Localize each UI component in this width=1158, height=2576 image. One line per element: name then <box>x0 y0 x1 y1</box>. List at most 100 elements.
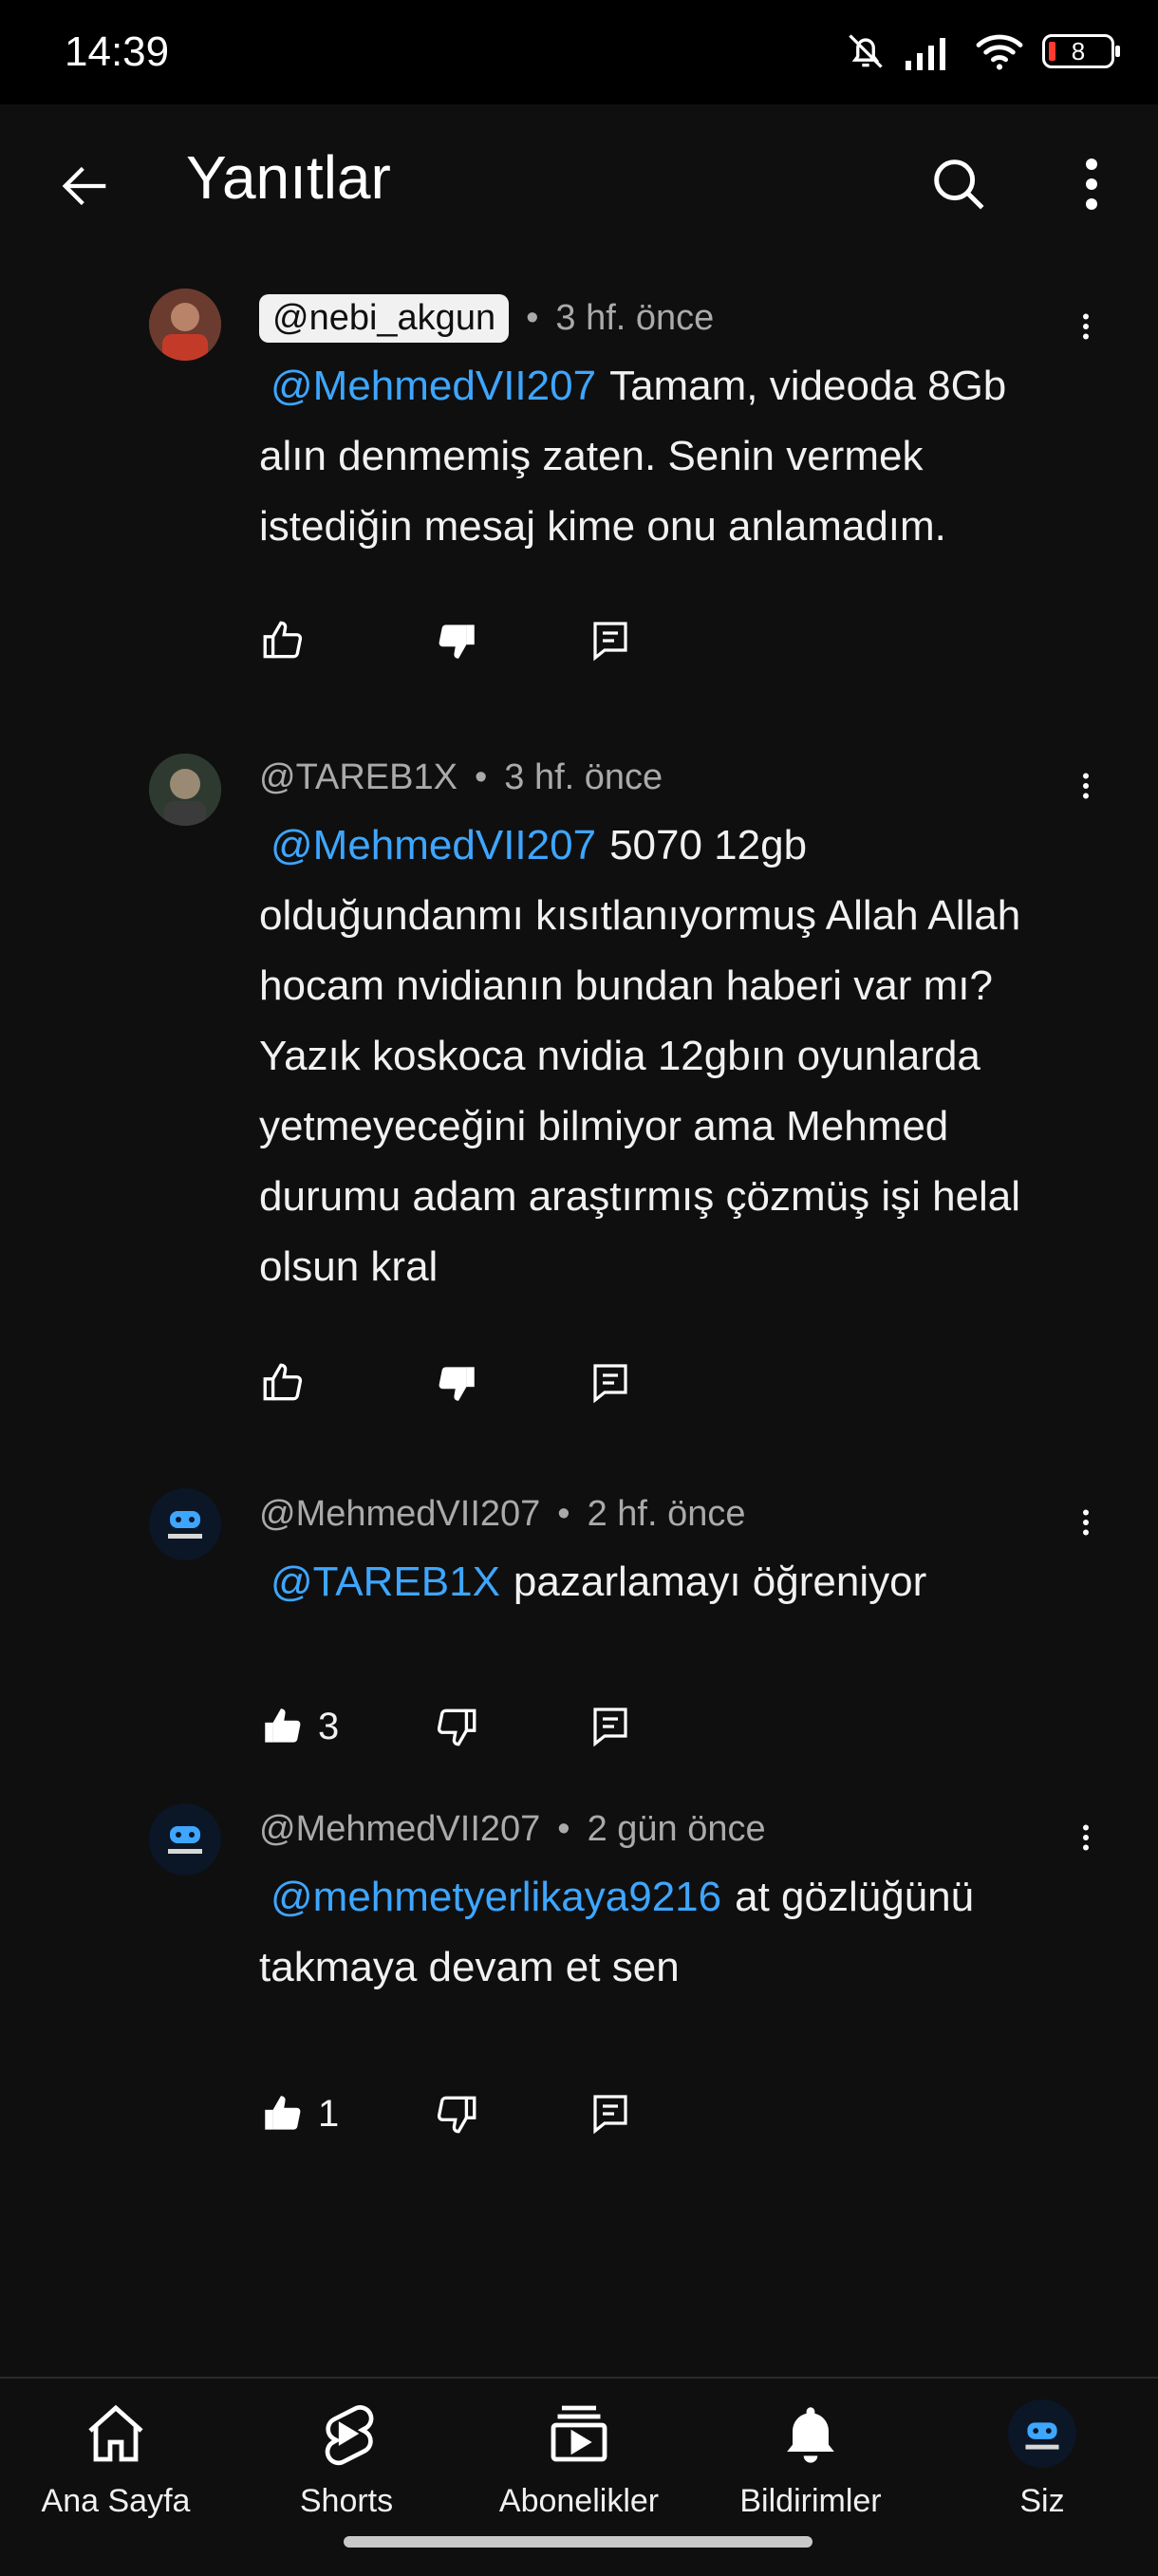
more-vertical-icon <box>1086 159 1097 210</box>
more-vertical-icon <box>1083 1509 1089 1536</box>
more-vertical-icon <box>1083 1824 1089 1851</box>
comment-icon <box>593 1708 627 1747</box>
wifi-icon <box>976 34 1023 70</box>
bell-muted-icon <box>849 34 883 68</box>
nav-label: Bildirimler <box>739 2483 882 2519</box>
comment-text: @mehmetyerlikaya9216 at gözlüğünü takmaya… <box>259 1862 1037 2003</box>
signal-icon <box>906 38 945 70</box>
comment-icon <box>593 622 627 662</box>
comment-author[interactable]: @MehmedVII207 <box>259 1494 540 1535</box>
comment-actions <box>259 607 753 674</box>
reply-comment: @MehmedVII207 • 2 hf. önce @TAREB1X pazar… <box>0 1481 1158 1747</box>
reply-button[interactable] <box>588 1693 633 1760</box>
nav-label: Ana Sayfa <box>41 2483 191 2519</box>
avatar[interactable] <box>149 1488 221 1560</box>
comment-text: @MehmedVII207 Tamam, videoda 8Gb alın den… <box>259 351 1066 562</box>
reply-comment: @TAREB1X • 3 hf. önce @MehmedVII207 5070 … <box>0 744 1158 1409</box>
app-header: Yanıtlar <box>0 104 1158 256</box>
comment-header: @nebi_akgun • 3 hf. önce <box>259 289 714 347</box>
reply-button[interactable] <box>588 607 633 674</box>
back-button[interactable] <box>47 148 123 224</box>
thumbs-up-icon <box>263 1363 303 1401</box>
comment-author[interactable]: @nebi_akgun <box>259 293 510 343</box>
like-button[interactable]: 3 <box>259 1693 339 1760</box>
thumbs-down-icon <box>439 625 475 659</box>
arrow-left-icon <box>62 166 106 206</box>
search-button[interactable] <box>921 146 997 222</box>
thumbs-up-filled-icon <box>265 1708 301 1743</box>
mention-link[interactable]: @MehmedVII207 <box>271 363 596 409</box>
comment-actions: 1 <box>259 2081 753 2147</box>
comment-icon <box>593 1364 627 1404</box>
dislike-button[interactable] <box>433 2081 480 2147</box>
like-button[interactable]: 1 <box>259 2081 339 2147</box>
comment-header: @TAREB1X • 3 hf. önce <box>259 756 663 798</box>
comment-menu-button[interactable] <box>1067 298 1105 355</box>
comment-time: 2 hf. önce <box>587 1493 746 1534</box>
nav-label: Siz <box>1019 2483 1065 2519</box>
nav-subscriptions[interactable]: Abonelikler <box>475 2396 683 2538</box>
nav-label: Shorts <box>299 2483 394 2519</box>
dislike-button[interactable] <box>433 607 480 674</box>
dislike-button[interactable] <box>433 1350 480 1416</box>
comment-text: @MehmedVII207 5070 12gb olduğundanmı kısı… <box>259 811 1056 1302</box>
comment-time: 2 gün önce <box>587 1808 766 1849</box>
more-vertical-icon <box>1083 773 1089 799</box>
like-count: 3 <box>318 1705 340 1747</box>
thumbs-up-filled-icon <box>265 2096 301 2130</box>
search-icon <box>934 159 984 210</box>
like-button[interactable] <box>259 1350 318 1416</box>
reply-comment: @nebi_akgun • 3 hf. önce @MehmedVII207 Ta… <box>0 285 1158 693</box>
reply-button[interactable] <box>588 2081 633 2147</box>
nav-label: Abonelikler <box>498 2483 660 2519</box>
subscriptions-icon <box>551 2405 607 2462</box>
comment-menu-button[interactable] <box>1067 1809 1105 1866</box>
more-options-button[interactable] <box>1063 146 1120 222</box>
avatar[interactable] <box>149 754 221 826</box>
mention-link[interactable]: @TAREB1X <box>271 1559 500 1605</box>
comment-time: 3 hf. önce <box>504 756 663 797</box>
status-time: 14:39 <box>65 28 170 75</box>
reply-comment: @MehmedVII207 • 2 gün önce @mehmetyerlik… <box>0 1796 1158 2135</box>
comment-text: @TAREB1X pazarlamayı öğreniyor <box>259 1547 1075 1617</box>
battery-icon: 8 <box>1042 34 1120 68</box>
nav-you[interactable]: Siz <box>938 2396 1147 2538</box>
thumbs-down-icon <box>439 1367 475 1401</box>
avatar-icon <box>1007 2399 1077 2469</box>
home-icon <box>88 2404 143 2462</box>
status-bar: 14:39 8 <box>0 0 1158 104</box>
dislike-button[interactable] <box>433 1693 480 1760</box>
comment-header: @MehmedVII207 • 2 hf. önce <box>259 1493 746 1535</box>
comment-menu-button[interactable] <box>1067 1494 1105 1551</box>
comment-icon <box>593 2095 627 2135</box>
nav-shorts[interactable]: Shorts <box>242 2396 451 2538</box>
page-title: Yanıtlar <box>186 143 391 212</box>
nav-home[interactable]: Ana Sayfa <box>11 2396 220 2538</box>
like-button[interactable] <box>259 607 318 674</box>
comment-body: pazarlamayı öğreniyor <box>513 1559 927 1605</box>
home-indicator[interactable] <box>344 2536 812 2548</box>
comment-header: @MehmedVII207 • 2 gün önce <box>259 1808 766 1850</box>
battery-level: 8 <box>1071 36 1086 65</box>
comment-actions: 3 <box>259 1693 753 1760</box>
thumbs-up-icon <box>263 621 303 659</box>
avatar[interactable] <box>149 289 221 361</box>
mention-link[interactable]: @mehmetyerlikaya9216 <box>271 1874 721 1920</box>
bell-icon <box>787 2407 834 2463</box>
status-icons: 8 <box>845 30 1120 72</box>
comment-body: 5070 12gb olduğundanmı kısıtlanıyormuş A… <box>259 822 1021 1290</box>
nav-notifications[interactable]: Bildirimler <box>706 2396 915 2538</box>
avatar[interactable] <box>149 1803 221 1876</box>
reply-button[interactable] <box>588 1350 633 1416</box>
comment-author[interactable]: @TAREB1X <box>259 757 458 798</box>
like-count: 1 <box>318 2092 340 2135</box>
comment-author[interactable]: @MehmedVII207 <box>259 1809 540 1850</box>
comment-time: 3 hf. önce <box>555 297 715 338</box>
comment-actions <box>259 1350 753 1416</box>
more-vertical-icon <box>1083 313 1089 340</box>
mention-link[interactable]: @MehmedVII207 <box>271 822 596 868</box>
thumbs-down-icon <box>437 1708 476 1746</box>
shorts-icon <box>325 2405 374 2466</box>
comment-menu-button[interactable] <box>1067 757 1105 814</box>
thumbs-down-icon <box>437 2096 476 2134</box>
